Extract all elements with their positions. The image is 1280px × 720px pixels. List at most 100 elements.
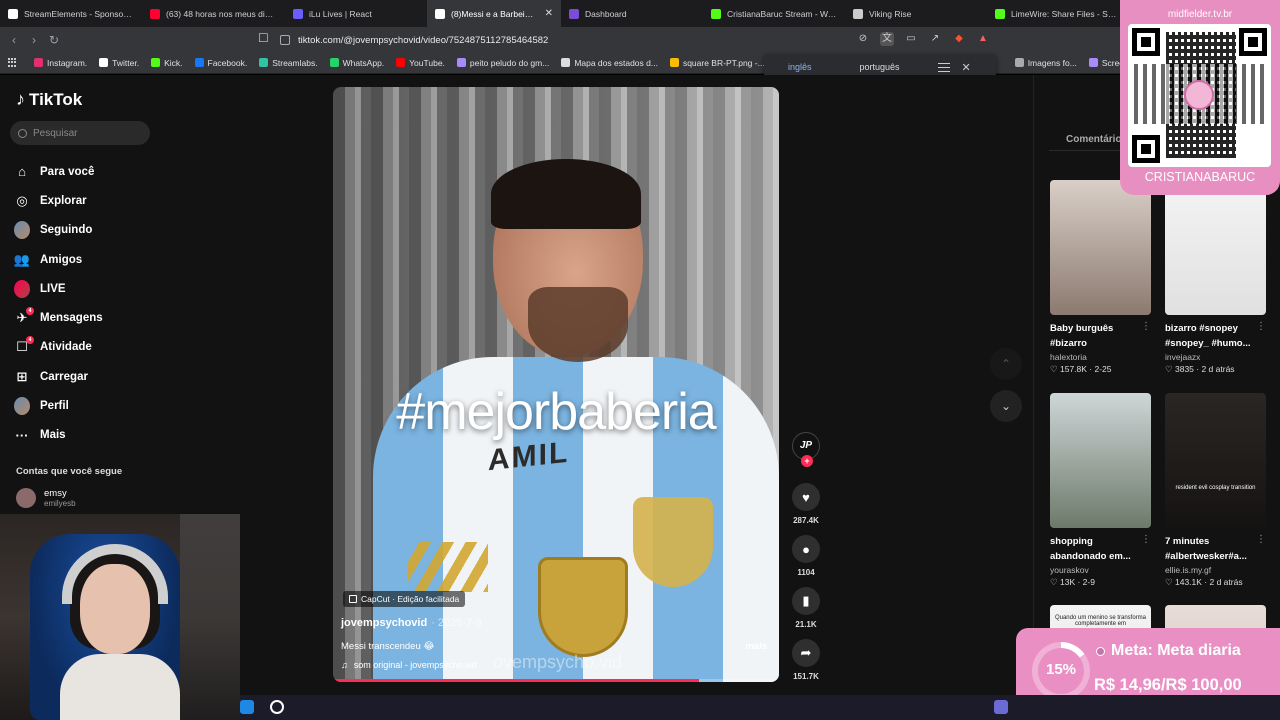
share-button[interactable]: ➦ 151.7K xyxy=(790,639,822,681)
browser-address-bar: ‹ › ↻ tiktok.com/@jovempsychovid/video/7… xyxy=(0,27,1280,52)
tab-title: (8)Messi e a Barbeira M xyxy=(451,8,535,19)
video-player[interactable]: AMIL #mejorbaberia CapCut · Edição facil… xyxy=(333,87,779,682)
close-tab-icon[interactable]: ✕ xyxy=(545,8,553,19)
author-avatar[interactable]: JP + xyxy=(792,432,820,467)
friends-icon: 👥 xyxy=(13,251,31,267)
avatar xyxy=(14,221,30,240)
rewards-icon[interactable]: ▲ xyxy=(976,32,990,46)
comment-button[interactable]: ● 1104 xyxy=(790,535,822,577)
capcut-badge[interactable]: CapCut · Edição facilitada xyxy=(343,591,466,607)
close-icon[interactable]: ✕ xyxy=(962,61,971,74)
bookmark-item[interactable]: Imagens fo... xyxy=(1009,58,1083,68)
bookmark-item[interactable]: Kick. xyxy=(145,58,188,68)
bookmark-icon[interactable]: ☐ xyxy=(258,31,269,45)
translate-icon[interactable]: 文 xyxy=(880,32,894,46)
goal-value: R$ 14,96/R$ 100,00 xyxy=(1094,676,1242,694)
back-icon[interactable]: ‹ xyxy=(4,33,24,47)
related-video-card[interactable]: resident evil cosplay transition 7 minute… xyxy=(1165,393,1266,588)
related-video-card[interactable]: bizarro #snopey #snopey_ #humo... invejaa… xyxy=(1165,180,1266,375)
more-button[interactable]: mais xyxy=(745,641,767,652)
sidebar-item-live[interactable]: LIVE xyxy=(14,274,103,303)
live-avatar xyxy=(14,279,30,298)
search-icon xyxy=(18,128,27,138)
more-options-icon[interactable]: ⋮ xyxy=(1141,321,1151,332)
video-stats: ♡ 3835 · 2 d atrás xyxy=(1165,364,1266,375)
video-thumbnail xyxy=(1050,180,1151,315)
bookmark-item[interactable]: square BR-PT.png -... xyxy=(664,58,771,68)
save-button[interactable]: ▮ 21.1K xyxy=(790,587,822,629)
tab-comments[interactable]: Comentário xyxy=(1066,134,1122,145)
browser-tab[interactable]: LimeWire: Share Files - Secu xyxy=(987,0,1129,27)
menu-icon[interactable] xyxy=(937,60,950,75)
site-info-icon[interactable] xyxy=(280,35,290,45)
like-button[interactable]: ♥ 287.4K xyxy=(790,483,822,525)
bookmark-item[interactable]: Mapa dos estados d... xyxy=(555,58,664,68)
sidebar-item-carregar[interactable]: ⊞ Carregar xyxy=(14,362,103,391)
browser-tab[interactable]: (63) 48 horas nos meus dias de xyxy=(142,0,285,27)
more-options-icon[interactable]: ⋮ xyxy=(1256,534,1266,545)
app-icon[interactable] xyxy=(994,700,1008,714)
separator: · xyxy=(1086,364,1095,374)
tiktok-logo[interactable]: ♪ TikTok xyxy=(16,89,82,110)
heart-icon: ♡ xyxy=(1165,577,1175,587)
browser-tab[interactable]: CristianaBaruc Stream - Watch xyxy=(703,0,845,27)
video-author: invejaazx xyxy=(1165,352,1201,362)
browser-tab[interactable]: Dashboard xyxy=(561,0,703,27)
live-icon xyxy=(14,279,30,298)
sidebar-item-amigos[interactable]: 👥 Amigos xyxy=(14,245,103,274)
messages-icon: ✈ 4 xyxy=(14,307,34,326)
related-video-card[interactable]: Baby burguês #bizarro halextoria ♡ 157.8K … xyxy=(1050,180,1151,375)
video-author[interactable]: jovempsychovid · 2025-7-8 xyxy=(341,617,482,629)
browser-tab[interactable]: Viking Rise xyxy=(845,0,987,27)
thumbnail-text: Quando um menino se transforma completam… xyxy=(1054,615,1147,627)
sidebar-item-label: Perfil xyxy=(40,400,69,413)
bookmark-item[interactable]: Instagram. xyxy=(28,58,93,68)
qr-channel-name: CRISTIANABARUC xyxy=(1144,170,1256,184)
video-progress-bar[interactable] xyxy=(333,679,779,682)
next-video-button[interactable]: ⌄ xyxy=(990,390,1022,422)
brave-shield-icon[interactable]: ◆ xyxy=(952,32,966,46)
forward-icon[interactable]: › xyxy=(24,33,44,47)
bookmark-favicon-icon xyxy=(259,58,269,67)
comment-count: 1104 xyxy=(797,568,815,577)
sidebar-item-perfil[interactable]: Perfil xyxy=(14,391,103,420)
bookmark-item[interactable]: WhatsApp. xyxy=(324,58,391,68)
sidebar-item-para-você[interactable]: ⌂ Para você xyxy=(14,157,103,186)
bookmark-item[interactable]: YouTube. xyxy=(390,58,451,68)
more-options-icon[interactable]: ⋮ xyxy=(1141,534,1151,545)
tab-favicon-icon xyxy=(995,8,1005,19)
bookmark-item[interactable]: Facebook. xyxy=(189,58,254,68)
bookmark-item[interactable]: Twitter. xyxy=(93,58,145,68)
browser-tab[interactable]: StreamElements - Sponsorship xyxy=(0,0,142,27)
browser-tab[interactable]: (8)Messi e a Barbeira M ✕ xyxy=(427,0,561,27)
sidebar-item-atividade[interactable]: ☐ 4 Atividade xyxy=(14,333,103,362)
edge-icon[interactable] xyxy=(240,700,254,714)
following-user[interactable]: emsy emilyesb xyxy=(16,488,76,508)
previous-video-button[interactable]: ⌃ xyxy=(990,348,1022,380)
xbox-icon[interactable] xyxy=(270,700,284,714)
sidebar-item-mais[interactable]: ··· Mais xyxy=(14,421,103,450)
sidebar-item-explorar[interactable]: ◎ Explorar xyxy=(14,186,103,215)
tab-title: (63) 48 horas nos meus dias de xyxy=(166,8,277,19)
video-sound[interactable]: ♫ som original - jovempsycho.vid xyxy=(341,660,477,670)
bookmark-item[interactable]: Streamlabs. xyxy=(253,58,323,68)
video-caption: shopping abandonado em... xyxy=(1050,536,1131,562)
tab-favicon-icon xyxy=(293,8,303,19)
apps-grid-icon[interactable] xyxy=(8,57,18,68)
reload-icon[interactable]: ↻ xyxy=(44,33,64,47)
video-thumbnail xyxy=(1050,393,1151,528)
search-placeholder: Pesquisar xyxy=(33,127,78,139)
bookmark-item[interactable]: peito peludo do gm... xyxy=(451,58,555,68)
sidebar-item-seguindo[interactable]: Seguindo xyxy=(14,216,103,245)
share-icon[interactable]: ↗ xyxy=(928,32,942,46)
cast-icon[interactable]: ▭ xyxy=(904,32,918,46)
more-options-icon[interactable]: ⋮ xyxy=(1256,321,1266,332)
bookmark-favicon-icon xyxy=(99,58,109,67)
sidebar-item-mensagens[interactable]: ✈ 4 Mensagens xyxy=(14,303,103,332)
follow-plus-icon[interactable]: + xyxy=(801,455,813,467)
qr-title: midfielder.tv.br xyxy=(1167,9,1233,20)
search-input[interactable]: Pesquisar xyxy=(10,121,150,145)
media-icon[interactable]: ⊘ xyxy=(856,32,870,46)
browser-tab[interactable]: iLu Lives | React xyxy=(285,0,427,27)
related-video-card[interactable]: shopping abandonado em... youraskov ♡ 13K … xyxy=(1050,393,1151,588)
